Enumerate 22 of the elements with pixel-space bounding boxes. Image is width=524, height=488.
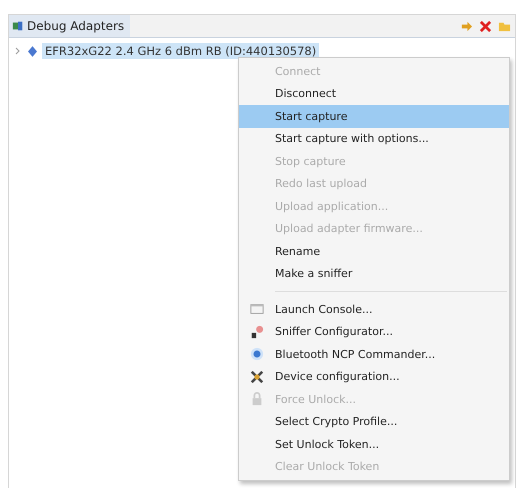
menu-item[interactable]: Make a sniffer xyxy=(239,262,509,285)
menu-item[interactable]: Device configuration... xyxy=(239,366,509,388)
sniffer-icon xyxy=(250,324,264,339)
menu-item[interactable]: Rename xyxy=(239,240,509,262)
menu-item[interactable]: Launch Console... xyxy=(239,298,509,320)
arrow-icon[interactable] xyxy=(460,20,473,32)
bluetooth-icon xyxy=(250,347,264,362)
tree-item[interactable]: EFR32xG22 2.4 GHz 6 dBm RB (ID:440130578) xyxy=(42,43,320,59)
menu-item[interactable]: Set Unlock Token... xyxy=(239,433,509,456)
menu-item[interactable]: Disconnect xyxy=(239,82,509,105)
tools-icon xyxy=(250,370,264,384)
menu-item[interactable]: Start capture with options... xyxy=(239,128,509,150)
delete-icon[interactable] xyxy=(479,20,492,32)
menu-item[interactable]: Sniffer Configurator... xyxy=(239,320,509,343)
adapter-icon xyxy=(12,20,24,32)
panel-tab[interactable]: Debug Adapters xyxy=(9,15,130,37)
menu-item[interactable]: Start capture xyxy=(239,105,509,128)
console-icon xyxy=(250,302,264,316)
menu-item[interactable]: Bluetooth NCP Commander... xyxy=(239,343,509,366)
menu-item[interactable]: Select Crypto Profile... xyxy=(239,410,509,433)
lock-icon xyxy=(250,392,264,406)
diamond-icon xyxy=(28,46,37,56)
